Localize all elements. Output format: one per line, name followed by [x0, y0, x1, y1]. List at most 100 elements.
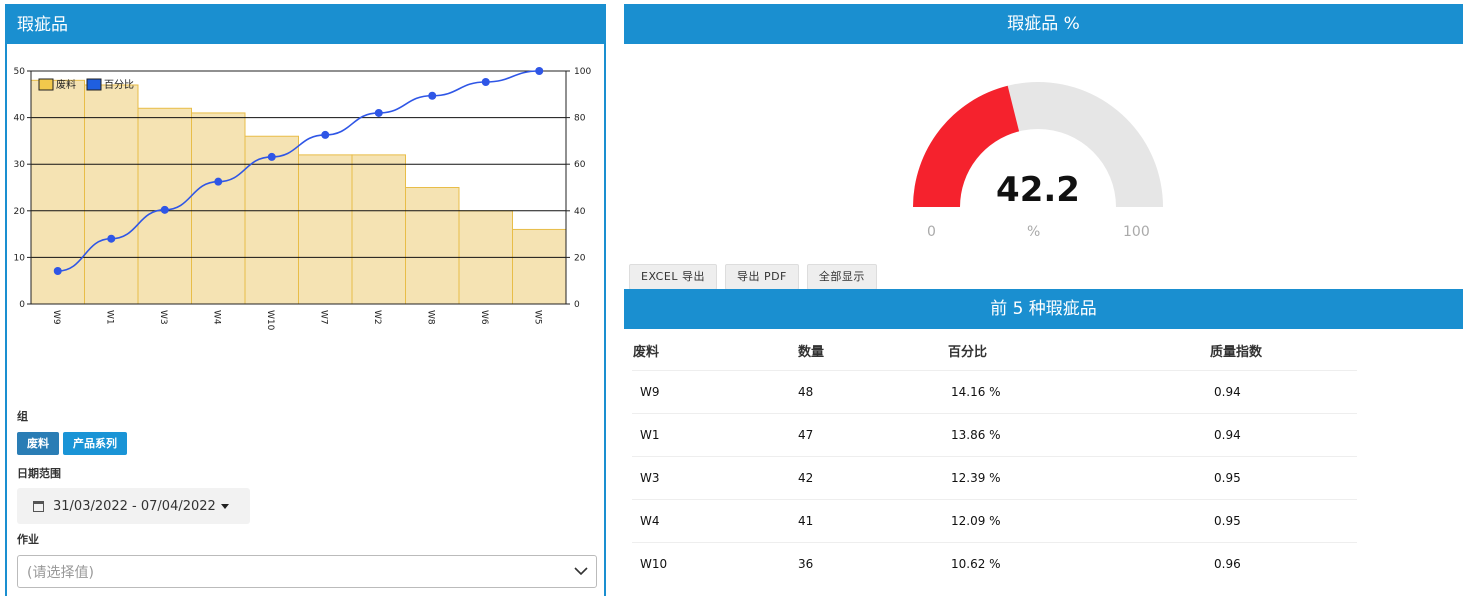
percent-point-W4 — [214, 177, 223, 186]
x-tick-label: W3 — [158, 310, 168, 325]
table-cell: 42 — [797, 456, 947, 500]
legend-swatch-percent — [86, 78, 102, 91]
column-header[interactable]: 质量指数 — [1209, 330, 1357, 371]
table-cell: 10.62 % — [947, 542, 1209, 585]
table-cell: 0.96 — [1209, 542, 1357, 585]
percent-point-W5 — [535, 67, 544, 75]
y-right-tick-label: 100 — [574, 67, 591, 77]
table-cell: 36 — [797, 542, 947, 585]
bar-W2 — [351, 154, 406, 305]
job-select[interactable]: (请选择值) — [17, 555, 597, 588]
table-cell: 12.39 % — [947, 456, 1209, 500]
y-right-tick-label: 80 — [574, 114, 586, 124]
x-tick-label: W7 — [318, 310, 328, 325]
bar-W7 — [298, 154, 353, 305]
date-range-label: 日期范围 — [17, 467, 61, 480]
percent-point-W6 — [481, 77, 490, 86]
y-left-tick-label: 50 — [14, 67, 26, 77]
group-label: 组 — [17, 410, 28, 423]
column-header[interactable]: 百分比 — [947, 330, 1209, 371]
x-tick-label: W1 — [104, 310, 114, 325]
percent-point-W10 — [267, 152, 276, 161]
table-row: W3 42 12.39 % 0.95 — [632, 456, 1357, 500]
y-left-tick-label: 0 — [19, 300, 25, 310]
top5-table: 废料 数量 百分比 质量指数 W9 48 14.16 % 0.94 W1 47 13.86 … — [632, 330, 1357, 585]
table-row: W4 41 12.09 % 0.95 — [632, 499, 1357, 543]
y-left-tick-label: 10 — [14, 253, 26, 263]
percent-point-W9 — [53, 267, 62, 276]
table-cell: 48 — [797, 370, 947, 414]
table-cell: 13.86 % — [947, 413, 1209, 457]
table-header-row: 废料 数量 百分比 质量指数 — [632, 330, 1357, 371]
table-cell: 12.09 % — [947, 499, 1209, 543]
excel-export-button[interactable]: EXCEL 导出 — [629, 264, 717, 290]
x-tick-label: W5 — [532, 310, 542, 325]
table-cell: 41 — [797, 499, 947, 543]
top5-table-body: W9 48 14.16 % 0.94 W1 47 13.86 % 0.94 W3 42 12.39 … — [632, 370, 1357, 585]
defects-chart-panel: 瑕疵品 0 10 20 30 40 50 0 20 40 60 80 100 W9 W1 W3 W4 W10 W7… — [5, 4, 606, 596]
y-right-tick-label: 60 — [574, 160, 586, 170]
y-left-tick-label: 40 — [14, 114, 26, 124]
x-tick-label: W9 — [51, 310, 61, 325]
percent-point-W3 — [160, 205, 169, 214]
pdf-export-button[interactable]: 导出 PDF — [724, 264, 799, 290]
group-button-product-line[interactable]: 产品系列 — [63, 432, 127, 455]
job-select-placeholder: (请选择值) — [27, 564, 94, 581]
legend-swatch-scrap — [38, 78, 54, 91]
percent-point-W1 — [107, 234, 116, 243]
chevron-down-icon — [574, 567, 588, 576]
group-buttons: 废料 产品系列 — [17, 432, 602, 455]
gauge-title: 瑕疵品 % — [624, 4, 1463, 44]
y-right-tick-label: 20 — [574, 253, 586, 263]
table-cell: W1 — [632, 413, 797, 457]
pareto-chart-svg: 0 10 20 30 40 50 0 20 40 60 80 100 W9 W1 W3 W4 W10 W7 W2 W8… — [14, 67, 591, 331]
table-cell: W10 — [632, 542, 797, 585]
gauge-max-label: 100 — [1123, 224, 1150, 240]
date-range-value: 31/03/2022 - 07/04/2022 — [53, 498, 216, 514]
gauge-min-label: 0 — [927, 224, 936, 240]
top5-title: 前 5 种瑕疵品 — [624, 289, 1463, 329]
group-button-scrap[interactable]: 废料 — [17, 432, 59, 455]
column-header[interactable]: 数量 — [797, 330, 947, 371]
table-cell: W3 — [632, 456, 797, 500]
percent-point-W2 — [374, 108, 383, 117]
panel-title: 瑕疵品 — [7, 6, 604, 44]
job-label: 作业 — [17, 533, 39, 546]
percent-point-W7 — [321, 130, 330, 139]
x-tick-label: W8 — [425, 310, 435, 325]
table-cell: 47 — [797, 413, 947, 457]
bar-W10 — [244, 135, 299, 305]
calendar-icon — [33, 500, 44, 512]
table-cell: 14.16 % — [947, 370, 1209, 414]
table-row: W10 36 10.62 % 0.96 — [632, 542, 1357, 585]
legend-label-percent: 百分比 — [104, 79, 134, 91]
x-tick-label: W4 — [211, 310, 221, 325]
x-tick-label: W6 — [479, 310, 489, 325]
table-cell: 0.95 — [1209, 499, 1357, 543]
table-cell: W9 — [632, 370, 797, 414]
table-cell: 0.95 — [1209, 456, 1357, 500]
table-cell: 0.94 — [1209, 370, 1357, 414]
table-cell: W4 — [632, 499, 797, 543]
percent-point-W8 — [428, 91, 437, 100]
defect-percent-gauge: 42.2 0 % 100 — [898, 70, 1178, 250]
bar-W5 — [512, 228, 567, 305]
y-right-tick-label: 0 — [574, 300, 580, 310]
filter-controls: 组 废料 产品系列 日期范围 31/03/2022 - 07/04/2022 作… — [17, 408, 602, 588]
date-range-picker[interactable]: 31/03/2022 - 07/04/2022 — [17, 488, 250, 524]
bar-W8 — [405, 187, 460, 305]
table-cell: 0.94 — [1209, 413, 1357, 457]
table-row: W1 47 13.86 % 0.94 — [632, 413, 1357, 457]
bar-W4 — [191, 112, 246, 305]
gauge-value: 42.2 — [996, 170, 1080, 210]
x-tick-label: W10 — [265, 310, 275, 331]
legend-label-scrap: 废料 — [56, 78, 76, 91]
export-toolbar: EXCEL 导出 导出 PDF 全部显示 — [629, 264, 877, 290]
table-row: W9 48 14.16 % 0.94 — [632, 370, 1357, 414]
x-tick-label: W2 — [372, 310, 382, 325]
show-all-button[interactable]: 全部显示 — [806, 264, 877, 290]
pareto-chart: 0 10 20 30 40 50 0 20 40 60 80 100 W9 W1 W3 W4 W10 W7 W2 W8… — [7, 56, 604, 360]
y-left-tick-label: 20 — [14, 207, 26, 217]
y-left-tick-label: 30 — [14, 160, 26, 170]
column-header[interactable]: 废料 — [632, 330, 797, 371]
